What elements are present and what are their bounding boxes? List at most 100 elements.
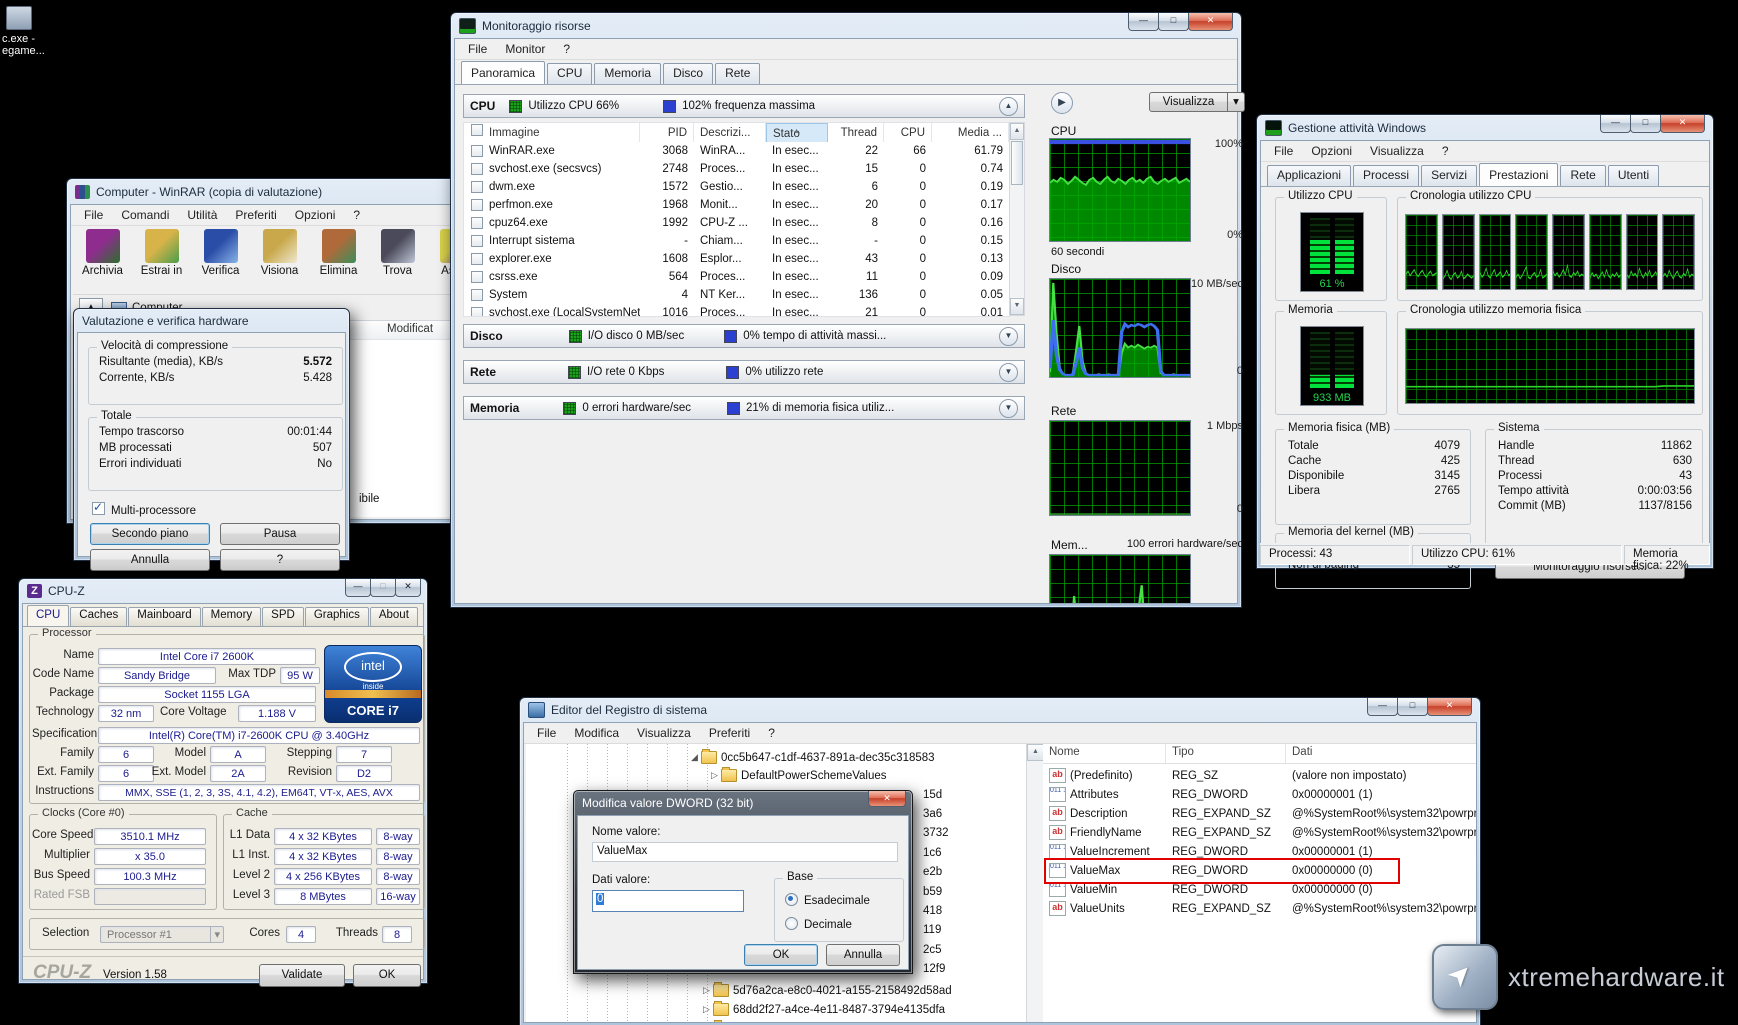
tab-rete[interactable]: Rete	[715, 63, 760, 84]
toolbar-archivia[interactable]: Archivia	[73, 226, 132, 290]
value-data-input[interactable]: 0	[592, 890, 744, 912]
taskmgr-menu-file[interactable]: File	[1265, 143, 1302, 159]
close-button[interactable]: ✕	[1188, 13, 1233, 31]
tree-item-guid[interactable]: ◢0cc5b647-c1df-4637-891a-dec35c318583	[691, 749, 935, 766]
tree-collapsed-icon[interactable]: ▷	[703, 985, 713, 996]
winrar-menu-file[interactable]: File	[75, 207, 112, 223]
table-row[interactable]: svchost.exe (secsvcs)2748Proces...In ese…	[464, 160, 1009, 178]
help-button[interactable]: ?	[220, 549, 340, 571]
regedit-menu-?[interactable]: ?	[759, 725, 784, 741]
row-checkbox[interactable]	[471, 271, 483, 283]
close-button[interactable]: ✕	[395, 579, 421, 597]
regedit-menu-visualizza[interactable]: Visualizza	[628, 725, 700, 741]
winrar-titlebar[interactable]: Computer - WinRAR (copia di valutazione)	[67, 179, 457, 204]
column-header-descrizi[interactable]: Descrizi...	[694, 123, 766, 143]
view-dropdown-label[interactable]: Visualizza	[1149, 92, 1228, 112]
tree-item-fragment[interactable]: 2c5	[923, 941, 942, 958]
toolbar-verifica[interactable]: Verifica	[191, 226, 250, 290]
scroll-up-button[interactable]: ▲	[1010, 123, 1024, 140]
row-checkbox[interactable]	[471, 289, 483, 301]
row-checkbox[interactable]	[471, 163, 483, 175]
chevron-down-icon[interactable]: ▾	[210, 927, 223, 943]
multiprocessor-checkbox[interactable]: Multi-processore	[92, 501, 196, 517]
toolbar-visiona[interactable]: Visiona	[250, 226, 309, 290]
tree-collapsed-icon[interactable]: ▷	[703, 1004, 713, 1015]
ok-button[interactable]: OK	[353, 964, 421, 987]
ok-button[interactable]: OK	[744, 944, 818, 966]
expand-chevron-icon[interactable]: ▼	[999, 327, 1018, 346]
minimize-button[interactable]: —	[345, 579, 371, 597]
tree-item-fragment[interactable]: 12f9	[923, 961, 945, 978]
radio-icon[interactable]	[785, 917, 798, 930]
expand-chevron-icon[interactable]: ▼	[999, 399, 1018, 418]
tab-about[interactable]: About	[370, 607, 418, 626]
collapse-panel-button[interactable]: ▶	[1051, 92, 1073, 114]
table-row[interactable]: csrss.exe564Proces...In esec...1100.09	[464, 268, 1009, 286]
tree-item-guid[interactable]: ▷5d76a2ca-e8c0-4021-a155-2158492d58ad	[703, 982, 952, 999]
column-header-media[interactable]: Media ...	[932, 123, 1009, 143]
row-checkbox[interactable]	[471, 199, 483, 211]
modified-column-header[interactable]: Modificat	[387, 323, 433, 335]
maximize-button[interactable]: □	[1158, 13, 1189, 31]
pause-button[interactable]: Pausa	[220, 523, 340, 545]
winrar-menu-?[interactable]: ?	[344, 207, 369, 223]
hex-radio[interactable]: Esadecimale	[775, 879, 903, 907]
minimize-button[interactable]: —	[1367, 698, 1398, 716]
expand-chevron-icon[interactable]: ▼	[999, 363, 1018, 382]
registry-value-row[interactable]: 011 110AttributesREG_DWORD0x00000001 (1)	[1043, 785, 1476, 804]
regedit-titlebar[interactable]: Editor del Registro di sistema	[520, 698, 1480, 722]
winrar-menu-opzioni[interactable]: Opzioni	[286, 207, 345, 223]
tree-item-fragment[interactable]: 15d	[923, 786, 942, 803]
validate-button[interactable]: Validate	[259, 964, 345, 987]
column-header-cpu[interactable]: CPU	[884, 123, 932, 143]
collapse-chevron-icon[interactable]: ▲	[999, 97, 1018, 116]
minimize-button[interactable]: —	[1128, 13, 1159, 31]
chevron-down-icon[interactable]: ▾	[1228, 92, 1245, 112]
registry-value-row[interactable]: abValueUnitsREG_EXPAND_SZ@%SystemRoot%\s…	[1043, 899, 1476, 918]
column-header-pid[interactable]: PID	[640, 123, 694, 143]
scroll-thumb[interactable]	[1011, 141, 1023, 185]
maximize-button[interactable]: □	[1397, 698, 1428, 716]
toolbar-elimina[interactable]: Elimina	[309, 226, 368, 290]
tab-servizi[interactable]: Servizi	[1421, 165, 1477, 186]
column-header-nome[interactable]: Nome	[1043, 744, 1166, 763]
regedit-menu-file[interactable]: File	[528, 725, 565, 741]
row-checkbox[interactable]	[471, 217, 483, 229]
tab-cpu[interactable]: CPU	[27, 605, 69, 626]
tree-item-fragment[interactable]: 1c6	[923, 844, 942, 861]
tab-memoria[interactable]: Memoria	[594, 63, 661, 84]
resmon-titlebar[interactable]: Monitoraggio risorse	[451, 13, 1241, 38]
background-button[interactable]: Secondo piano	[90, 523, 210, 545]
column-header-dati[interactable]: Dati	[1286, 744, 1476, 763]
tab-cpu[interactable]: CPU	[547, 63, 592, 84]
row-checkbox[interactable]	[471, 181, 483, 193]
cancel-button[interactable]: Annulla	[90, 549, 210, 571]
row-checkbox[interactable]	[471, 145, 483, 157]
resmon-menu-monitor[interactable]: Monitor	[496, 41, 554, 57]
toolbar-trova[interactable]: Trova	[368, 226, 427, 290]
tab-disco[interactable]: Disco	[663, 63, 713, 84]
tree-item-guid[interactable]: ▷6c2993b0-8f48-481f-bcc6-00dd2742aa06	[703, 1020, 945, 1022]
winrar-menu-utilit[interactable]: Utilità	[178, 207, 226, 223]
benchmark-titlebar[interactable]: Valutazione e verifica hardware	[74, 309, 349, 332]
regedit-menu-preferiti[interactable]: Preferiti	[700, 725, 759, 741]
row-checkbox[interactable]	[471, 253, 483, 265]
cpu-section-bar[interactable]: CPU Utilizzo CPU 66% 102% frequenza mass…	[463, 94, 1025, 118]
tab-caches[interactable]: Caches	[70, 607, 127, 626]
tree-item-fragment[interactable]: 418	[923, 902, 942, 919]
tree-item-fragment[interactable]: b59	[923, 883, 942, 900]
memory-section-bar[interactable]: Memoria 0 errori hardware/sec 21% di mem…	[463, 396, 1025, 420]
table-row[interactable]: System4NT Ker...In esec...13600.05	[464, 286, 1009, 304]
tab-spd[interactable]: SPD	[262, 607, 304, 626]
checkbox-checked-icon[interactable]	[92, 502, 105, 515]
tab-panoramica[interactable]: Panoramica	[461, 61, 545, 84]
tree-item-fragment[interactable]: 3a6	[923, 805, 942, 822]
taskmgr-menu-opzioni[interactable]: Opzioni	[1302, 143, 1361, 159]
tab-applicazioni[interactable]: Applicazioni	[1267, 165, 1351, 186]
column-header-thread[interactable]: Thread	[828, 123, 884, 143]
scroll-up-button[interactable]: ▲	[1027, 744, 1044, 761]
cancel-button[interactable]: Annulla	[826, 944, 900, 966]
tab-memory[interactable]: Memory	[202, 607, 262, 626]
row-checkbox[interactable]	[471, 235, 483, 247]
tab-utenti[interactable]: Utenti	[1608, 165, 1659, 186]
